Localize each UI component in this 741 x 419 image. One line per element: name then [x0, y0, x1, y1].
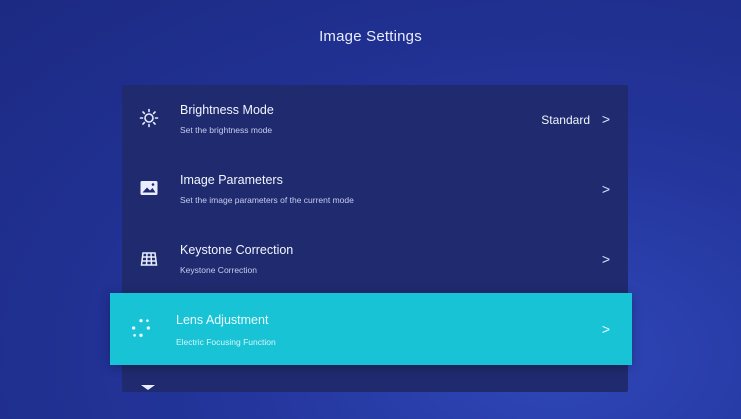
image-icon	[138, 177, 160, 199]
menu-item-subtitle: Electric Focusing Function	[176, 337, 276, 347]
menu-item-subtitle: Set the image parameters of the current …	[180, 195, 354, 205]
sun-icon	[138, 107, 160, 129]
menu-item-title: Brightness Mode	[180, 103, 274, 117]
menu-item-brightness-mode[interactable]: Brightness Mode Set the brightness mode …	[122, 85, 628, 153]
menu-item-title: Lens Adjustment	[176, 313, 269, 327]
menu-item-keystone-correction[interactable]: Keystone Correction Keystone Correction …	[122, 225, 628, 293]
focus-dots-icon	[130, 317, 152, 339]
grid-icon	[138, 247, 160, 269]
menu-item-lens-adjustment[interactable]: Lens Adjustment Electric Focusing Functi…	[110, 293, 632, 365]
chevron-right-icon: >	[601, 321, 610, 337]
brightness-mode-value: Standard	[541, 113, 590, 127]
menu-item-title: Image Parameters	[180, 173, 283, 187]
chevron-down-icon	[140, 379, 156, 390]
page-title: Image Settings	[319, 28, 422, 45]
chevron-right-icon: >	[601, 181, 610, 197]
menu-item-subtitle: Set the brightness mode	[180, 125, 273, 135]
menu-item-title: Keystone Correction	[180, 243, 294, 257]
chevron-right-icon: >	[601, 111, 610, 127]
menu-item-image-parameters[interactable]: Image Parameters Set the image parameter…	[122, 155, 628, 223]
menu-item-partial[interactable]	[122, 375, 628, 392]
menu-item-subtitle: Keystone Correction	[180, 265, 258, 275]
chevron-right-icon: >	[601, 251, 610, 267]
